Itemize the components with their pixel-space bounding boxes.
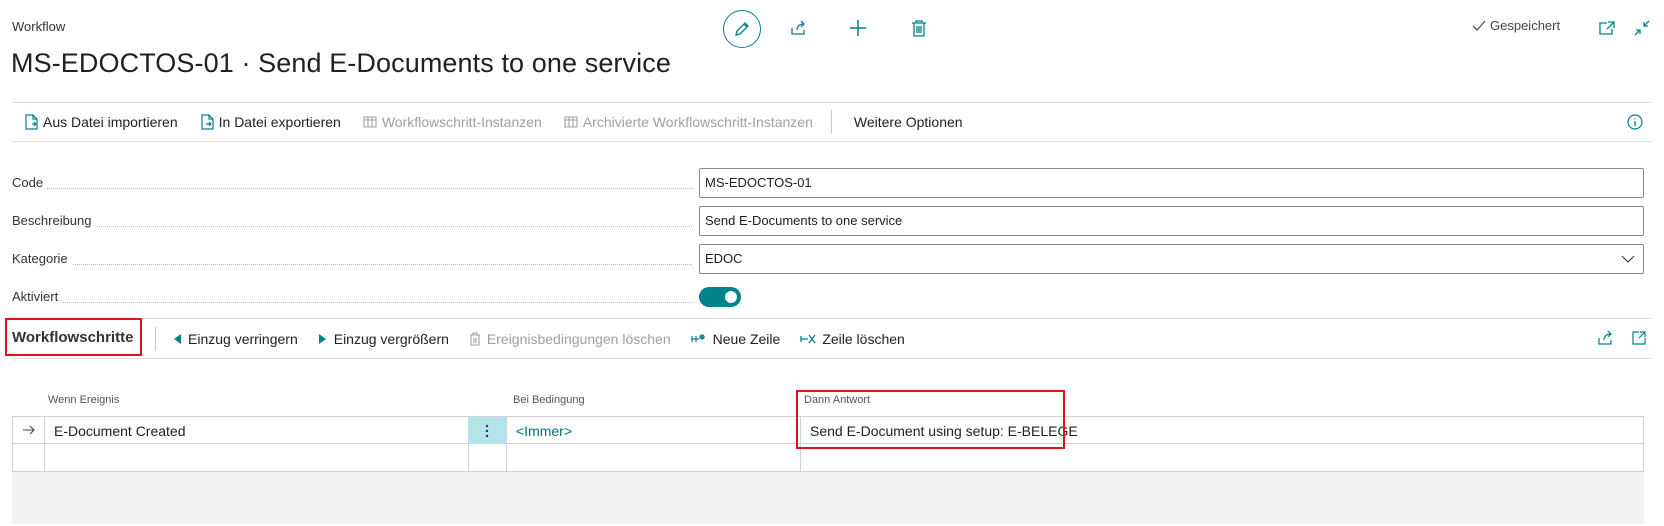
delete-line-label: Zeile löschen [822,330,905,347]
triangle-left-icon [174,333,181,344]
import-from-file-label: Aus Datei importieren [43,114,178,130]
saved-status-label: Gespeichert [1490,18,1561,33]
trash-icon [912,20,926,37]
export-to-file-label: In Datei exportieren [218,114,341,130]
arrow-right-icon [23,425,35,435]
new-line-action[interactable]: Neue Zeile [691,330,781,347]
delete-line-action[interactable]: Zeile löschen [800,331,905,347]
delete-event-conditions-label: Ereignisbedingungen löschen [486,330,671,347]
decrease-indent-label: Einzug verringern [188,330,298,347]
open-new-window-icon [1599,21,1615,35]
enabled-label: Aktiviert [12,289,63,304]
category-label: Kategorie [12,251,72,266]
trash-icon [469,331,480,346]
grid-empty-area [12,472,1644,524]
new-line-label: Neue Zeile [712,330,781,347]
decrease-indent-action[interactable]: Einzug verringern [172,331,298,347]
chevron-down-icon [1621,255,1635,263]
condition-link[interactable]: <Immer> [516,423,572,439]
response-highlight-box [796,390,1065,449]
page-title: MS-EDOCTOS-01 · Send E-Documents to one … [11,48,671,78]
new-button[interactable] [846,16,870,40]
delete-line-icon [800,334,816,343]
category-field-row: Kategorie EDOC [12,244,1644,274]
more-options-action[interactable]: Weitere Optionen [854,114,963,130]
delete-event-conditions-action[interactable]: Ereignisbedingungen löschen [469,331,671,347]
share-icon [1598,330,1612,345]
increase-indent-action[interactable]: Einzug vergrößern [318,331,449,347]
code-input[interactable]: MS-EDOCTOS-01 [699,168,1644,198]
share-button[interactable] [786,16,810,40]
enabled-toggle[interactable] [699,287,741,307]
workflow-steps-actions: Einzug verringern Einzug vergrößern Erei… [155,319,925,358]
table-icon [363,116,377,128]
saved-status: Gespeichert [1472,18,1560,33]
part-expand-button[interactable] [1630,329,1648,347]
pencil-icon [735,22,749,36]
category-select[interactable]: EDOC [699,244,1644,274]
archived-step-instances-action[interactable]: Archivierte Workflowschritt-Instanzen [564,114,813,130]
triangle-right-icon [318,333,326,344]
more-options-label: Weitere Optionen [853,114,963,130]
column-header-event[interactable]: Wenn Ereignis [48,394,119,406]
info-button[interactable] [1627,114,1643,133]
open-new-window-button[interactable] [1597,18,1617,38]
category-value: EDOC [705,251,743,266]
vertical-dots-icon [485,424,489,437]
action-bar: Aus Datei importieren In Datei exportier… [12,102,1652,142]
export-to-file-action[interactable]: In Datei exportieren [200,114,341,130]
action-separator [830,110,832,134]
step-instances-action[interactable]: Workflowschritt-Instanzen [363,114,542,130]
archived-step-instances-label: Archivierte Workflowschritt-Instanzen [582,114,813,130]
column-header-condition[interactable]: Bei Bedingung [513,394,585,406]
expand-icon [1632,331,1646,345]
part-share-button[interactable] [1596,329,1614,347]
code-label: Code [12,175,48,190]
field-leader-dots [12,226,692,227]
step-instances-label: Workflowschritt-Instanzen [381,114,542,130]
workflow-steps-title[interactable]: Workflowschritte [5,318,142,356]
plus-icon [850,20,866,36]
info-icon [1627,114,1643,130]
share-icon [791,20,805,35]
field-leader-dots [12,264,692,265]
collapse-button[interactable] [1632,18,1652,38]
field-leader-dots [12,302,692,303]
description-field-row: Beschreibung Send E-Documents to one ser… [12,206,1644,236]
enabled-field-row: Aktiviert [12,282,1644,312]
new-line-icon [691,333,705,342]
import-from-file-action[interactable]: Aus Datei importieren [24,114,178,130]
description-label: Beschreibung [12,213,96,228]
check-icon [1472,20,1486,31]
row-menu-button[interactable] [468,417,506,444]
collapse-icon [1634,20,1650,36]
increase-indent-label: Einzug vergrößern [333,330,449,347]
header-actions [723,9,761,49]
toggle-knob [725,291,737,303]
code-field-row: Code MS-EDOCTOS-01 [12,168,1644,198]
event-cell[interactable]: E-Document Created [54,423,186,439]
description-input[interactable]: Send E-Documents to one service [699,206,1644,236]
table-icon [564,116,578,128]
file-import-icon [25,114,38,130]
file-export-icon [201,114,214,130]
delete-button[interactable] [907,16,931,40]
field-leader-dots [12,188,692,189]
page-type-label: Workflow [12,19,66,34]
workflow-steps-bar: Workflowschritte Einzug verringern Einzu… [5,318,1652,359]
edit-button[interactable] [723,10,761,48]
part-separator [155,326,156,351]
